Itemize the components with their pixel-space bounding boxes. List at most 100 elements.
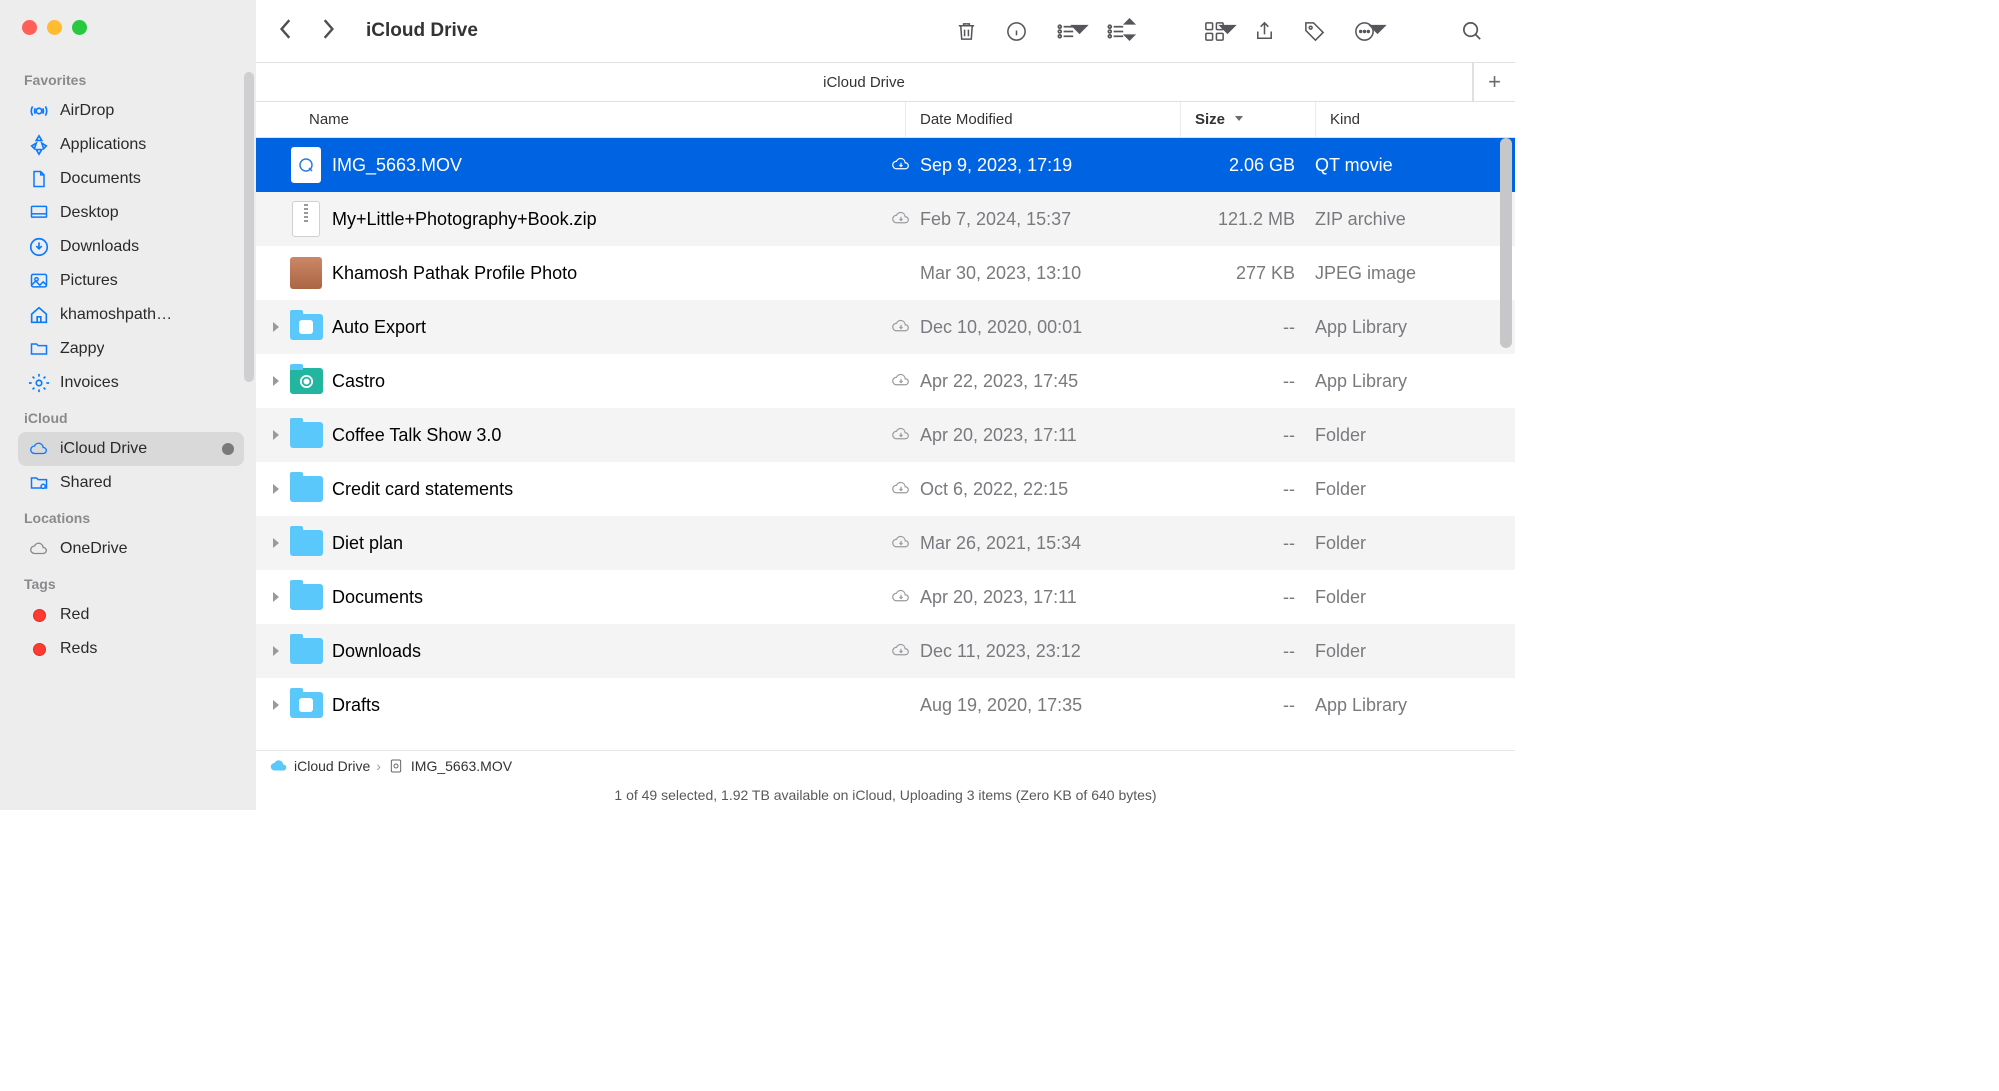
column-kind[interactable]: Kind [1315, 102, 1515, 137]
file-kind: Folder [1315, 425, 1515, 446]
file-date: Aug 19, 2020, 17:35 [920, 695, 1195, 716]
search-button[interactable] [1451, 15, 1493, 47]
file-kind: Folder [1315, 587, 1515, 608]
column-date[interactable]: Date Modified [905, 102, 1180, 137]
sidebar-scrollbar[interactable] [244, 72, 254, 382]
sidebar-item-shared[interactable]: Shared [18, 466, 244, 500]
file-kind: Folder [1315, 641, 1515, 662]
action-button[interactable] [1343, 15, 1385, 47]
sidebar-item-downloads[interactable]: Downloads [18, 230, 244, 264]
file-row[interactable]: Downloads Dec 11, 2023, 23:12 -- Folder [256, 624, 1515, 678]
file-size: -- [1195, 587, 1315, 608]
sidebar-item-airdrop[interactable]: AirDrop [18, 94, 244, 128]
file-row[interactable]: Credit card statements Oct 6, 2022, 22:1… [256, 462, 1515, 516]
cloud-download-icon[interactable] [882, 588, 920, 606]
file-row[interactable]: IMG_5663.MOV Sep 9, 2023, 17:19 2.06 GB … [256, 138, 1515, 192]
sidebar-item-label: Pictures [60, 272, 118, 290]
file-row[interactable]: Drafts Aug 19, 2020, 17:35 -- App Librar… [256, 678, 1515, 732]
disclosure-triangle[interactable] [266, 699, 286, 711]
column-size[interactable]: Size [1180, 102, 1315, 137]
cloud-download-icon[interactable] [882, 318, 920, 336]
file-row[interactable]: Coffee Talk Show 3.0 Apr 20, 2023, 17:11… [256, 408, 1515, 462]
sidebar-item-desktop[interactable]: Desktop [18, 196, 244, 230]
trash-button[interactable] [945, 15, 987, 47]
sidebar-item-label: Downloads [60, 238, 139, 256]
file-name: Credit card statements [328, 479, 882, 500]
cloud-download-icon[interactable] [882, 210, 920, 228]
disclosure-triangle[interactable] [266, 591, 286, 603]
sidebar-item-documents[interactable]: Documents [18, 162, 244, 196]
sidebar-item-invoices[interactable]: Invoices [18, 366, 244, 400]
main-scrollbar[interactable] [1500, 138, 1512, 348]
disclosure-triangle[interactable] [266, 375, 286, 387]
file-row[interactable]: Castro Apr 22, 2023, 17:45 -- App Librar… [256, 354, 1515, 408]
file-row[interactable]: Auto Export Dec 10, 2020, 00:01 -- App L… [256, 300, 1515, 354]
new-tab-button[interactable]: + [1473, 62, 1515, 101]
cloud-download-icon[interactable] [882, 480, 920, 498]
path-file[interactable]: IMG_5663.MOV [411, 758, 512, 774]
cloud-gray-icon [28, 538, 50, 560]
zoom-window-button[interactable] [72, 20, 87, 35]
info-button[interactable] [995, 15, 1037, 47]
sidebar-item-onedrive[interactable]: OneDrive [18, 532, 244, 566]
file-date: Feb 7, 2024, 15:37 [920, 209, 1195, 230]
sidebar-item-zappy[interactable]: Zappy [18, 332, 244, 366]
disclosure-triangle[interactable] [266, 537, 286, 549]
forward-button[interactable] [320, 18, 336, 45]
sidebar-section-header: iCloud [24, 410, 244, 426]
close-window-button[interactable] [22, 20, 37, 35]
home-icon [28, 304, 50, 326]
icon-view-button[interactable] [1193, 15, 1235, 47]
file-name: Khamosh Pathak Profile Photo [328, 263, 882, 284]
sidebar-item-applications[interactable]: Applications [18, 128, 244, 162]
back-button[interactable] [278, 18, 294, 45]
pictures-icon [28, 270, 50, 292]
file-list[interactable]: IMG_5663.MOV Sep 9, 2023, 17:19 2.06 GB … [256, 138, 1515, 750]
sidebar-item-pictures[interactable]: Pictures [18, 264, 244, 298]
file-size: -- [1195, 371, 1315, 392]
sidebar-item-red[interactable]: Red [18, 598, 244, 632]
disclosure-triangle[interactable] [266, 645, 286, 657]
share-button[interactable] [1243, 15, 1285, 47]
window-controls [0, 0, 256, 52]
minimize-window-button[interactable] [47, 20, 62, 35]
folder-icon [286, 415, 326, 455]
sidebar-item-khamoshpath-[interactable]: khamoshpath… [18, 298, 244, 332]
file-kind: JPEG image [1315, 263, 1515, 284]
tab-icloud-drive[interactable]: iCloud Drive [256, 62, 1473, 101]
file-name: My+Little+Photography+Book.zip [328, 209, 882, 230]
tab-label: iCloud Drive [823, 74, 905, 91]
file-row[interactable]: Diet plan Mar 26, 2021, 15:34 -- Folder [256, 516, 1515, 570]
path-root[interactable]: iCloud Drive [294, 758, 370, 774]
cloud-download-icon[interactable] [882, 642, 920, 660]
disclosure-triangle[interactable] [266, 321, 286, 333]
file-kind: Folder [1315, 533, 1515, 554]
file-row[interactable]: My+Little+Photography+Book.zip Feb 7, 20… [256, 192, 1515, 246]
cloud-download-icon[interactable] [882, 372, 920, 390]
sidebar-item-reds[interactable]: Reds [18, 632, 244, 666]
file-size: -- [1195, 425, 1315, 446]
tab-bar: iCloud Drive + [256, 62, 1515, 102]
column-name[interactable]: Name [309, 102, 905, 137]
folder-icon [286, 631, 326, 671]
window-title: iCloud Drive [366, 20, 478, 42]
sidebar-item-icloud-drive[interactable]: iCloud Drive [18, 432, 244, 466]
file-row[interactable]: Documents Apr 20, 2023, 17:11 -- Folder [256, 570, 1515, 624]
folder-icon [28, 338, 50, 360]
zip-icon [286, 199, 326, 239]
cloud-download-icon[interactable] [882, 534, 920, 552]
view-button[interactable] [1095, 15, 1137, 47]
disclosure-triangle[interactable] [266, 429, 286, 441]
sidebar-item-label: Reds [60, 640, 97, 658]
toolbar: iCloud Drive [256, 0, 1515, 62]
group-button[interactable] [1045, 15, 1087, 47]
file-row[interactable]: Khamosh Pathak Profile Photo Mar 30, 202… [256, 246, 1515, 300]
cloud-download-icon[interactable] [882, 156, 920, 174]
sidebar-scroll[interactable]: FavoritesAirDropApplicationsDocumentsDes… [0, 52, 256, 810]
sidebar: FavoritesAirDropApplicationsDocumentsDes… [0, 0, 256, 810]
file-date: Apr 20, 2023, 17:11 [920, 425, 1195, 446]
file-size: 277 KB [1195, 263, 1315, 284]
disclosure-triangle[interactable] [266, 483, 286, 495]
cloud-download-icon[interactable] [882, 426, 920, 444]
tags-button[interactable] [1293, 15, 1335, 47]
